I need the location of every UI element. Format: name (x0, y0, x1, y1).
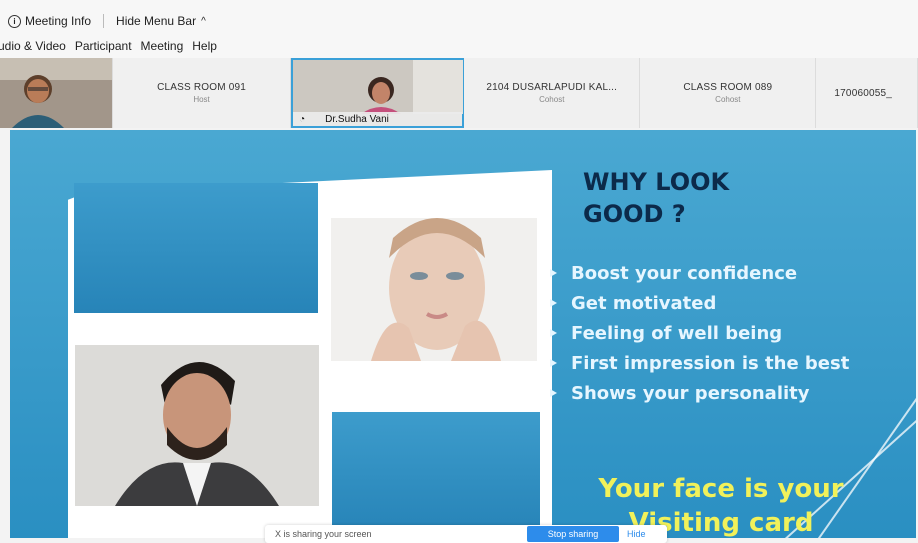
bullet-arrow-icon (550, 329, 557, 337)
bullet-arrow-icon (550, 269, 557, 277)
slide-bullet: First impression is the best (550, 348, 849, 378)
speaking-icon: ◔ (299, 113, 306, 125)
menu-item-meeting[interactable]: Meeting (141, 39, 184, 53)
slide-bullet-text: Boost your confidence (571, 262, 798, 284)
stop-sharing-button[interactable]: Stop sharing (527, 526, 619, 542)
hide-menu-bar-button[interactable]: Hide Menu Bar ^ (116, 14, 206, 28)
participant-role: Cohost (715, 95, 741, 104)
menu-item-participant[interactable]: Participant (75, 39, 132, 53)
menu-item-help[interactable]: Help (192, 39, 217, 53)
participant-video-tile[interactable] (0, 58, 113, 128)
participant-role: Cohost (539, 95, 565, 104)
participant-tile[interactable]: 2104 DUSARLAPUDI KAL... Cohost (464, 58, 641, 128)
meeting-controls-row: i Meeting Info Hide Menu Bar ^ (0, 10, 206, 32)
participant-name: CLASS ROOM 089 (683, 82, 773, 93)
slide-blue-panel (332, 412, 540, 532)
slide-bullet-text: Feeling of well being (571, 322, 783, 344)
shared-screen: WHY LOOK GOOD ? Boost your confidence Ge… (10, 130, 916, 538)
participant-name: Dr.Sudha Vani (325, 113, 389, 125)
participant-strip: CLASS ROOM 091 Host ◔ Dr.Sudha Vani 2104… (0, 58, 918, 128)
active-speaker-video-tile[interactable]: ◔ Dr.Sudha Vani (291, 58, 465, 128)
meeting-info-button[interactable]: i Meeting Info (0, 14, 91, 28)
bullet-arrow-icon (550, 299, 557, 307)
meeting-toolbar: i Meeting Info Hide Menu Bar ^ udio & Vi… (0, 0, 918, 58)
slide-bullet: Shows your personality (550, 378, 849, 408)
slide-bullet: Get motivated (550, 288, 849, 318)
slide-title-line1: WHY LOOK (583, 168, 730, 196)
video-name-bar: ◔ Dr.Sudha Vani (293, 112, 463, 126)
hide-menu-bar-label: Hide Menu Bar (116, 14, 197, 28)
participant-tile[interactable]: CLASS ROOM 089 Cohost (640, 58, 817, 128)
woman-face-image (331, 218, 537, 361)
slide-bullet-text: Get motivated (571, 292, 717, 314)
participant-tile[interactable]: CLASS ROOM 091 Host (113, 58, 292, 128)
menu-bar: udio & Video Participant Meeting Help (0, 36, 226, 56)
participant-name: 170060055_ (834, 87, 893, 99)
bullet-arrow-icon (550, 389, 557, 397)
slide-bullet-text: Shows your personality (571, 382, 810, 404)
divider (103, 14, 105, 28)
hide-banner-button[interactable]: Hide (627, 526, 646, 542)
participant-role: Host (193, 95, 210, 104)
man-portrait-illustration (75, 345, 319, 506)
participant-tile[interactable]: 170060055_ (816, 58, 918, 128)
screen-sharing-banner: X is sharing your screen Stop sharing Hi… (265, 525, 667, 543)
slide-bullet-list: Boost your confidence Get motivated Feel… (550, 258, 849, 408)
chevron-up-icon: ^ (201, 15, 206, 27)
slide-bullet-text: First impression is the best (571, 352, 850, 374)
slide-bullet: Boost your confidence (550, 258, 849, 288)
slide-bullet: Feeling of well being (550, 318, 849, 348)
slide-bottom-line1: Your face is your (598, 474, 844, 504)
participant-name: 2104 DUSARLAPUDI KAL... (486, 82, 618, 93)
bullet-arrow-icon (550, 359, 557, 367)
slide-title: WHY LOOK GOOD ? (583, 166, 729, 230)
participant-name: CLASS ROOM 091 (157, 82, 247, 93)
menu-item-audio-video[interactable]: udio & Video (0, 39, 66, 53)
slide-title-line2: GOOD ? (583, 200, 686, 228)
man-portrait-image (75, 345, 319, 506)
slide-blue-panel (74, 183, 318, 313)
meeting-info-label: Meeting Info (25, 14, 92, 28)
participant-video (293, 60, 464, 114)
participant-video (0, 58, 112, 128)
info-icon: i (8, 14, 21, 28)
woman-face-illustration (331, 218, 537, 361)
